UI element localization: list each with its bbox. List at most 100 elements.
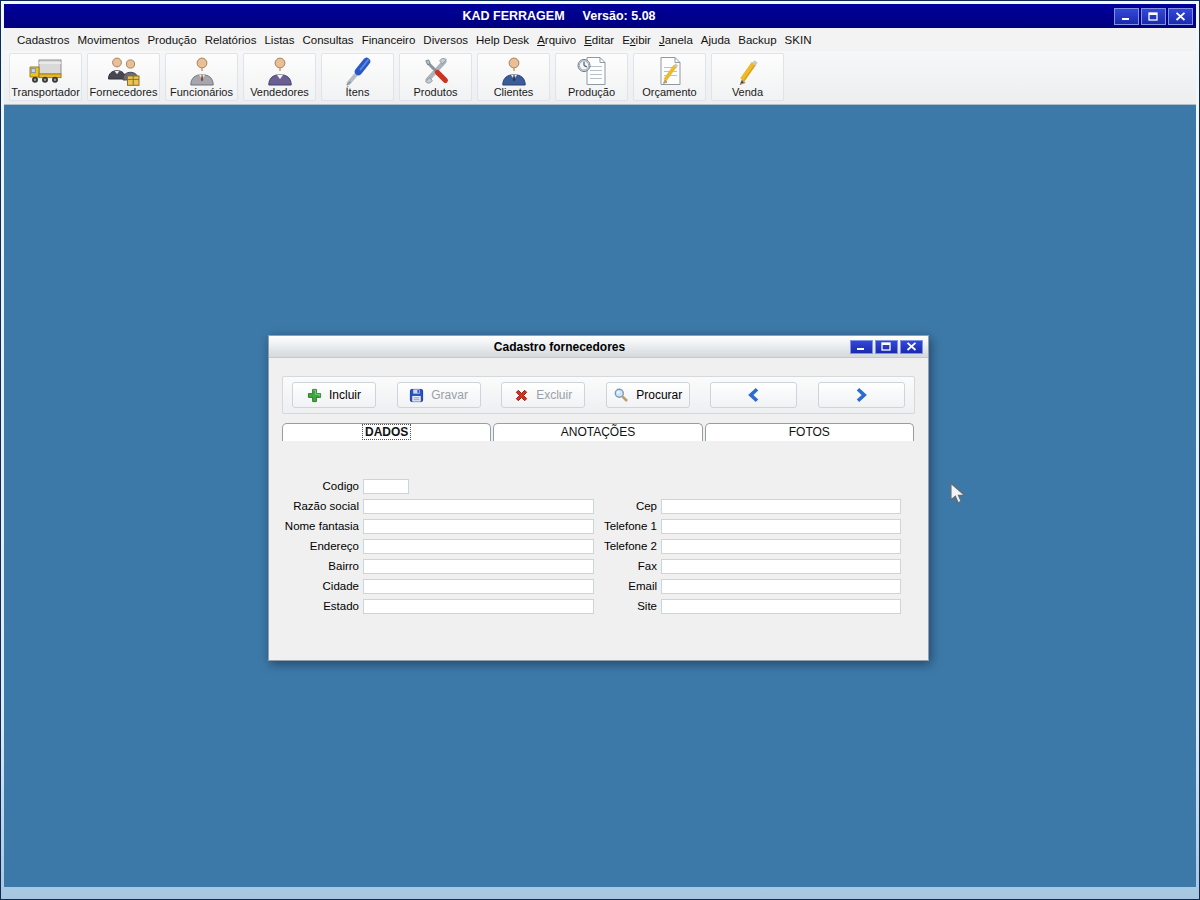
window-frame: KAD FERRAGEMVersão: 5.08 CadastrosMovime…: [1, 1, 1199, 899]
toolbar-button-label: Produção: [568, 86, 615, 98]
field-input-cidade[interactable]: [363, 579, 594, 594]
menu-item-editar[interactable]: Editar: [580, 31, 618, 49]
field-input-nome-fantasia[interactable]: [363, 519, 594, 534]
app-version-text: Versão: 5.08: [583, 9, 656, 23]
form-row-fax: Fax: [568, 558, 901, 574]
field-label-fax: Fax: [568, 560, 657, 572]
toolbar-button-label: Clientes: [494, 86, 534, 98]
menu-item-financeiro[interactable]: Financeiro: [358, 31, 420, 49]
dialog-maximize-button[interactable]: [875, 340, 898, 354]
dialog-button-excluir[interactable]: Excluir: [501, 382, 585, 408]
toolbar-button-label: Produtos: [413, 86, 457, 98]
menu-item-help-desk[interactable]: Help Desk: [472, 31, 533, 49]
menu-item-consultas[interactable]: Consultas: [298, 31, 357, 49]
minimize-icon: [1121, 12, 1132, 21]
dialog-titlebar[interactable]: Cadastro fornecedores: [269, 336, 928, 358]
field-label-site: Site: [568, 600, 657, 612]
toolbar-button-venda[interactable]: Venda: [711, 53, 784, 101]
toolbar-button-label: Venda: [732, 86, 763, 98]
dialog-tabs: DADOS ANOTAÇÕES FOTOS: [282, 423, 914, 441]
field-input-codigo[interactable]: [363, 479, 409, 494]
menu-item-producao[interactable]: Produção: [143, 31, 200, 49]
menu-item-movimentos[interactable]: Movimentos: [73, 31, 143, 49]
window-minimize-button[interactable]: [1114, 8, 1139, 25]
desktop-area: Cadastro fornecedores Incluir Gravar Exclu…: [4, 105, 1196, 887]
toolbar-button-producao[interactable]: Produção: [555, 53, 628, 101]
field-input-fax[interactable]: [661, 559, 901, 574]
field-input-site[interactable]: [661, 599, 901, 614]
tab-label: FOTOS: [789, 425, 830, 439]
window-close-button[interactable]: [1168, 8, 1193, 25]
dialog-window-controls: [850, 340, 923, 354]
field-input-endereco[interactable]: [363, 539, 594, 554]
tab-label: ANOTAÇÕES: [561, 425, 635, 439]
field-label-codigo: Codigo: [269, 480, 359, 492]
field-input-telefone-1[interactable]: [661, 519, 901, 534]
toolbar-button-label: Fornecedores: [90, 86, 158, 98]
field-input-telefone-2[interactable]: [661, 539, 901, 554]
menu-item-janela[interactable]: Janela: [655, 31, 697, 49]
menu-item-listas[interactable]: Listas: [260, 31, 298, 49]
toolbar-button-label: Orçamento: [642, 86, 696, 98]
toolbar-button-itens[interactable]: Ítens: [321, 53, 394, 101]
dialog-button-gravar[interactable]: Gravar: [397, 382, 481, 408]
toolbar-button-orcamento[interactable]: Orçamento: [633, 53, 706, 101]
field-input-razao-social[interactable]: [363, 499, 594, 514]
app-window: KAD FERRAGEMVersão: 5.08 CadastrosMovime…: [4, 4, 1196, 887]
plus-icon: [307, 388, 322, 403]
field-input-email[interactable]: [661, 579, 901, 594]
truck-icon: [28, 55, 64, 86]
chevron-right-icon: [853, 387, 869, 403]
form-row-cep: Cep: [568, 498, 901, 514]
toolbar-button-clientes[interactable]: Clientes: [477, 53, 550, 101]
toolbar-button-produtos[interactable]: Produtos: [399, 53, 472, 101]
menu-item-skin[interactable]: SKIN: [781, 31, 816, 49]
menu-item-diversos[interactable]: Diversos: [419, 31, 472, 49]
menu-item-cadastros[interactable]: Cadastros: [13, 31, 73, 49]
tools-icon: [420, 55, 452, 86]
window-controls: [1114, 8, 1196, 25]
form-row-nome-fantasia: Nome fantasia: [269, 518, 594, 534]
dialog-button-procurar[interactable]: Procurar: [606, 382, 690, 408]
field-label-estado: Estado: [269, 600, 359, 612]
dialog-nav-chevron-right[interactable]: [818, 382, 905, 408]
menu-item-relatorios[interactable]: Relatórios: [201, 31, 261, 49]
delete-icon: [514, 388, 529, 403]
form-row-telefone-2: Telefone 2: [568, 538, 901, 554]
form-row-cidade: Cidade: [269, 578, 594, 594]
field-label-telefone-2: Telefone 2: [568, 540, 657, 552]
menu-item-exibir[interactable]: Exibir: [618, 31, 655, 49]
dialog-button-incluir[interactable]: Incluir: [292, 382, 376, 408]
seller-icon: [264, 55, 296, 86]
close-icon: [906, 342, 917, 351]
form-row-telefone-1: Telefone 1: [568, 518, 901, 534]
menu-item-ajuda[interactable]: Ajuda: [697, 31, 734, 49]
window-maximize-button[interactable]: [1141, 8, 1166, 25]
field-input-bairro[interactable]: [363, 559, 594, 574]
toolbar-button-fornecedores[interactable]: Fornecedores: [87, 53, 160, 101]
field-label-telefone-1: Telefone 1: [568, 520, 657, 532]
save-icon: [409, 388, 424, 403]
minimize-icon: [856, 342, 867, 351]
search-icon: [613, 387, 629, 403]
tab-dados[interactable]: DADOS: [282, 423, 491, 441]
field-input-estado[interactable]: [363, 599, 594, 614]
chevron-left-icon: [746, 387, 762, 403]
dialog-minimize-button[interactable]: [850, 340, 873, 354]
mouse-cursor: [949, 482, 969, 505]
toolbar-button-vendedores[interactable]: Vendedores: [243, 53, 316, 101]
tab-fotos[interactable]: FOTOS: [705, 423, 914, 441]
toolbar-button-label: Transportador: [11, 86, 80, 98]
form-row-razao-social: Razão social: [269, 498, 594, 514]
field-input-cep[interactable]: [661, 499, 901, 514]
menu-item-backup[interactable]: Backup: [734, 31, 780, 49]
dialog-nav-chevron-left[interactable]: [710, 382, 797, 408]
form-row-codigo: Codigo: [269, 478, 409, 494]
tab-anotacoes[interactable]: ANOTAÇÕES: [493, 423, 702, 441]
maximize-icon: [881, 342, 892, 351]
toolbar-button-transportador[interactable]: Transportador: [9, 53, 82, 101]
field-label-email: Email: [568, 580, 657, 592]
toolbar-button-funcionarios[interactable]: Funcionários: [165, 53, 238, 101]
dialog-close-button[interactable]: [900, 340, 923, 354]
menu-item-arquivo[interactable]: Arquivo: [533, 31, 580, 49]
